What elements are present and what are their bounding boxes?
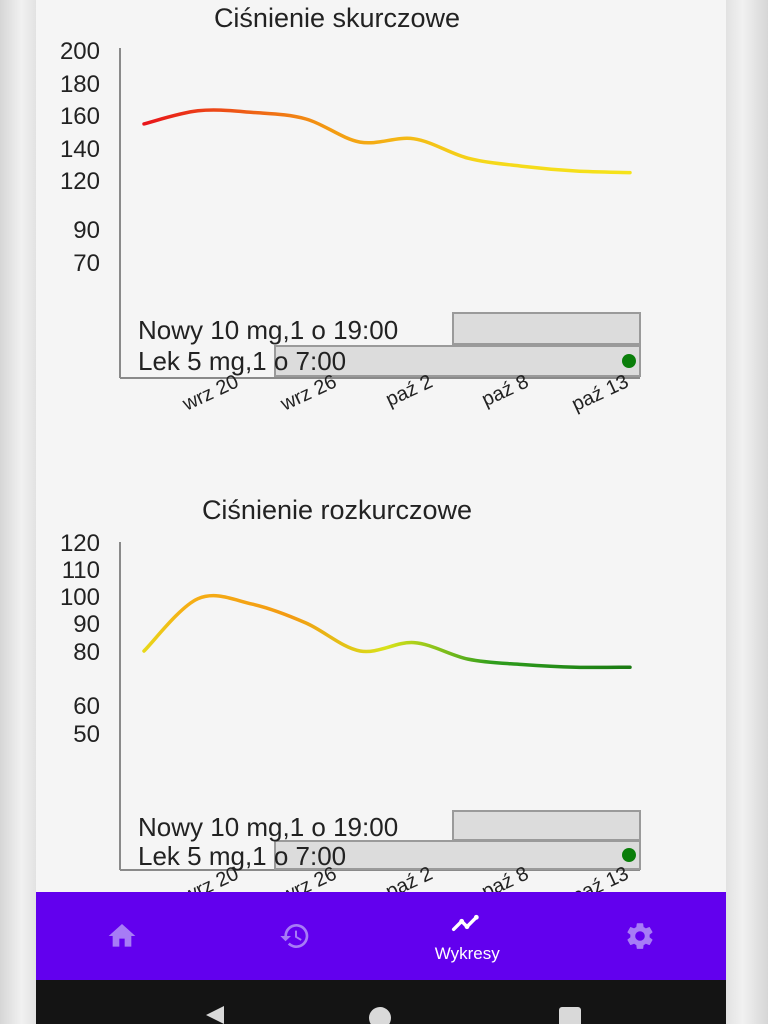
y-tick-label: 180 bbox=[60, 71, 100, 98]
y-axis-ticks: 200 180 160 140 120 90 70 bbox=[60, 38, 100, 277]
y-tick-label: 50 bbox=[73, 721, 100, 748]
medication-label: Lek 5 mg,1 o 7:00 bbox=[138, 841, 346, 871]
nav-item-label: Wykresy bbox=[434, 944, 500, 963]
bottom-navigation: Wykresy bbox=[36, 892, 726, 980]
medication-status-dot bbox=[622, 354, 636, 368]
systolic-chart: Ciśnienie skurczowe 200 180 160 140 120 … bbox=[60, 3, 641, 416]
history-icon bbox=[280, 924, 309, 948]
chart-title: Ciśnienie rozkurczowe bbox=[202, 495, 472, 525]
charts-container: Ciśnienie skurczowe 200 180 160 140 120 … bbox=[36, 0, 726, 892]
medication-label: Nowy 10 mg,1 o 19:00 bbox=[138, 812, 398, 842]
chart-line-icon bbox=[452, 914, 479, 932]
medication-bar bbox=[452, 810, 641, 841]
y-tick-label: 60 bbox=[73, 693, 100, 720]
y-tick-label: 90 bbox=[73, 611, 100, 638]
y-tick-label: 110 bbox=[62, 557, 100, 584]
y-tick-label: 140 bbox=[60, 136, 100, 163]
system-navigation-bar bbox=[36, 980, 726, 1024]
device-frame-right bbox=[726, 0, 768, 1024]
diastolic-line bbox=[142, 593, 632, 670]
nav-item-home[interactable] bbox=[36, 892, 209, 980]
y-tick-label: 100 bbox=[60, 584, 100, 611]
medication-bar bbox=[452, 312, 641, 345]
app-screen: Ciśnienie skurczowe 200 180 160 140 120 … bbox=[36, 0, 726, 1024]
medication-label: Lek 5 mg,1 o 7:00 bbox=[138, 346, 346, 376]
gear-icon bbox=[627, 923, 653, 949]
systolic-line bbox=[142, 108, 632, 175]
y-tick-label: 80 bbox=[73, 639, 100, 666]
medication-status-dot bbox=[622, 848, 636, 862]
y-tick-label: 200 bbox=[60, 38, 100, 65]
y-axis-ticks: 120 110 100 90 80 60 50 bbox=[60, 530, 100, 748]
home-circle-icon[interactable] bbox=[368, 1006, 392, 1024]
home-icon bbox=[108, 924, 136, 947]
y-tick-label: 90 bbox=[73, 217, 100, 244]
back-icon[interactable] bbox=[204, 1006, 226, 1024]
nav-item-history[interactable] bbox=[209, 892, 382, 980]
y-tick-label: 70 bbox=[73, 250, 100, 277]
medication-label: Nowy 10 mg,1 o 19:00 bbox=[138, 315, 398, 345]
device-frame-left bbox=[0, 0, 36, 1024]
diastolic-chart: Ciśnienie rozkurczowe 120 110 100 90 80 … bbox=[60, 495, 641, 892]
nav-item-charts[interactable]: Wykresy bbox=[381, 892, 554, 980]
chart-title: Ciśnienie skurczowe bbox=[214, 3, 460, 33]
nav-item-settings[interactable] bbox=[554, 892, 727, 980]
y-tick-label: 120 bbox=[60, 168, 100, 195]
y-tick-label: 120 bbox=[60, 530, 100, 557]
recents-square-icon[interactable] bbox=[558, 1006, 582, 1024]
y-tick-label: 160 bbox=[60, 103, 100, 130]
